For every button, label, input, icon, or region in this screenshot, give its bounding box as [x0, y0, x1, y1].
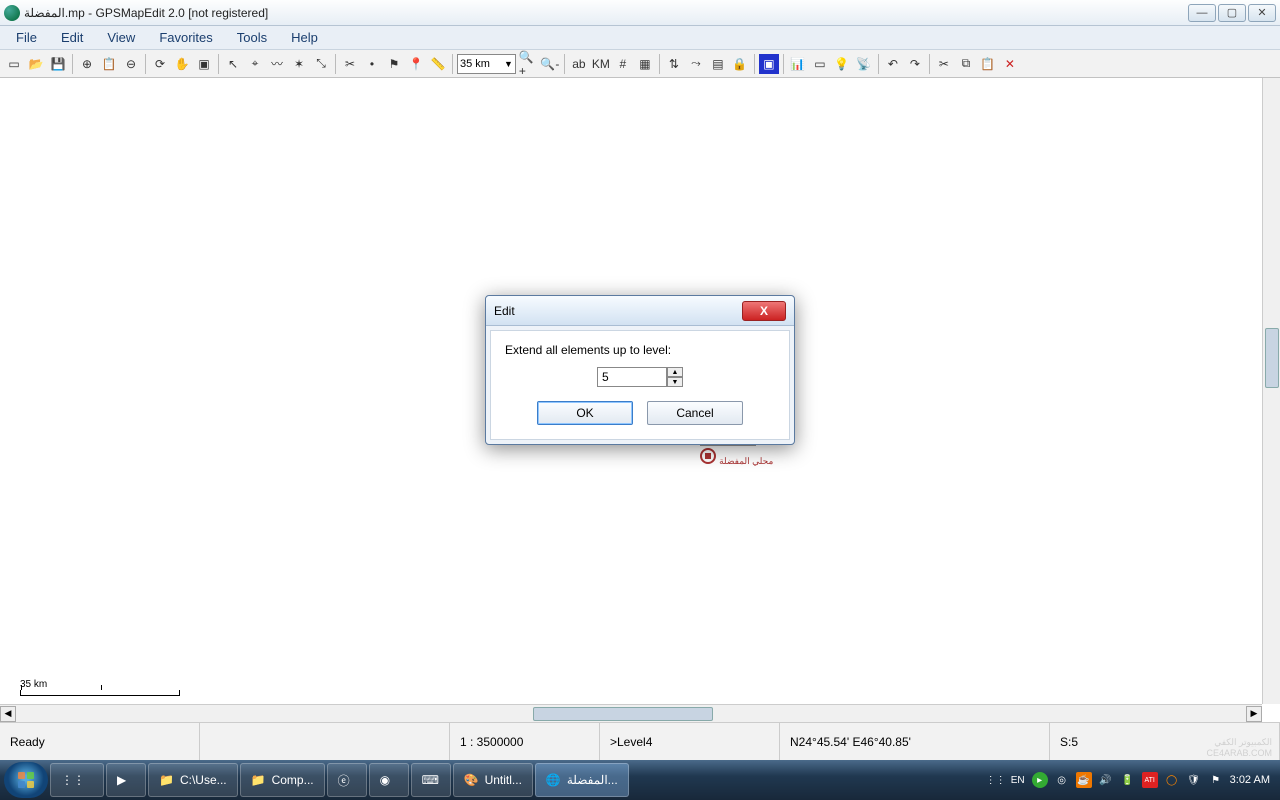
- spin-down-icon[interactable]: ▼: [667, 377, 683, 387]
- level-input[interactable]: [597, 367, 667, 387]
- dialog-titlebar[interactable]: Edit X: [486, 296, 794, 326]
- edit-dialog: Edit X Extend all elements up to level: …: [485, 295, 795, 445]
- dialog-title: Edit: [494, 304, 515, 318]
- dialog-overlay: Edit X Extend all elements up to level: …: [0, 0, 1280, 800]
- cancel-button[interactable]: Cancel: [647, 401, 743, 425]
- spin-up-icon[interactable]: ▲: [667, 367, 683, 377]
- dialog-close-button[interactable]: X: [742, 301, 786, 321]
- dialog-label: Extend all elements up to level:: [505, 343, 775, 357]
- ok-button[interactable]: OK: [537, 401, 633, 425]
